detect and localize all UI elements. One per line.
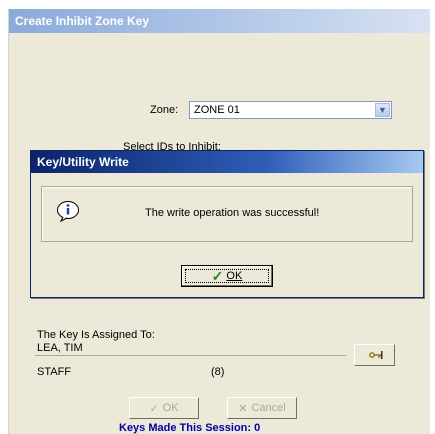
key-button[interactable] <box>354 344 395 366</box>
zone-value: ZONE 01 <box>194 104 240 116</box>
main-window-title: Create Inhibit Zone Key <box>15 14 150 28</box>
ok-button-disabled[interactable]: ✓ OK <box>129 397 199 419</box>
zone-label: Zone: <box>150 104 179 116</box>
info-icon <box>57 201 79 222</box>
ok-button-label: OK <box>162 402 179 414</box>
dialog-ok-label: OK <box>226 270 243 282</box>
zone-select[interactable]: ZONE 01 ▼ <box>189 101 392 119</box>
assigned-field: LEA, TIM <box>35 340 346 356</box>
cancel-button-label: Cancel <box>251 402 286 414</box>
session-count: Keys Made This Session: 0 <box>119 422 261 434</box>
check-icon: ✓ <box>211 268 224 284</box>
dialog-message: The write operation was successful! <box>145 207 320 219</box>
cancel-button-disabled[interactable]: ✕ Cancel <box>227 397 297 419</box>
chevron-down-icon[interactable]: ▼ <box>375 103 390 117</box>
staff-label: STAFF <box>37 366 72 378</box>
assigned-name: LEA, TIM <box>37 342 83 354</box>
cancel-icon: ✕ <box>238 402 248 415</box>
count-label: (8) <box>211 366 225 378</box>
dialog-ok-button[interactable]: ✓ OK <box>181 265 273 287</box>
ok-focus-rect: ✓ OK <box>185 269 269 283</box>
dialog-titlebar[interactable]: Key/Utility Write <box>31 151 423 173</box>
key-icon <box>369 351 383 359</box>
key-utility-write-dialog: Key/Utility Write The write operation wa… <box>30 150 424 298</box>
check-icon: ✓ <box>149 402 159 415</box>
main-titlebar[interactable]: Create Inhibit Zone Key <box>9 9 430 33</box>
dialog-message-panel: The write operation was successful! <box>41 186 413 242</box>
dialog-title: Key/Utility Write <box>37 155 129 169</box>
